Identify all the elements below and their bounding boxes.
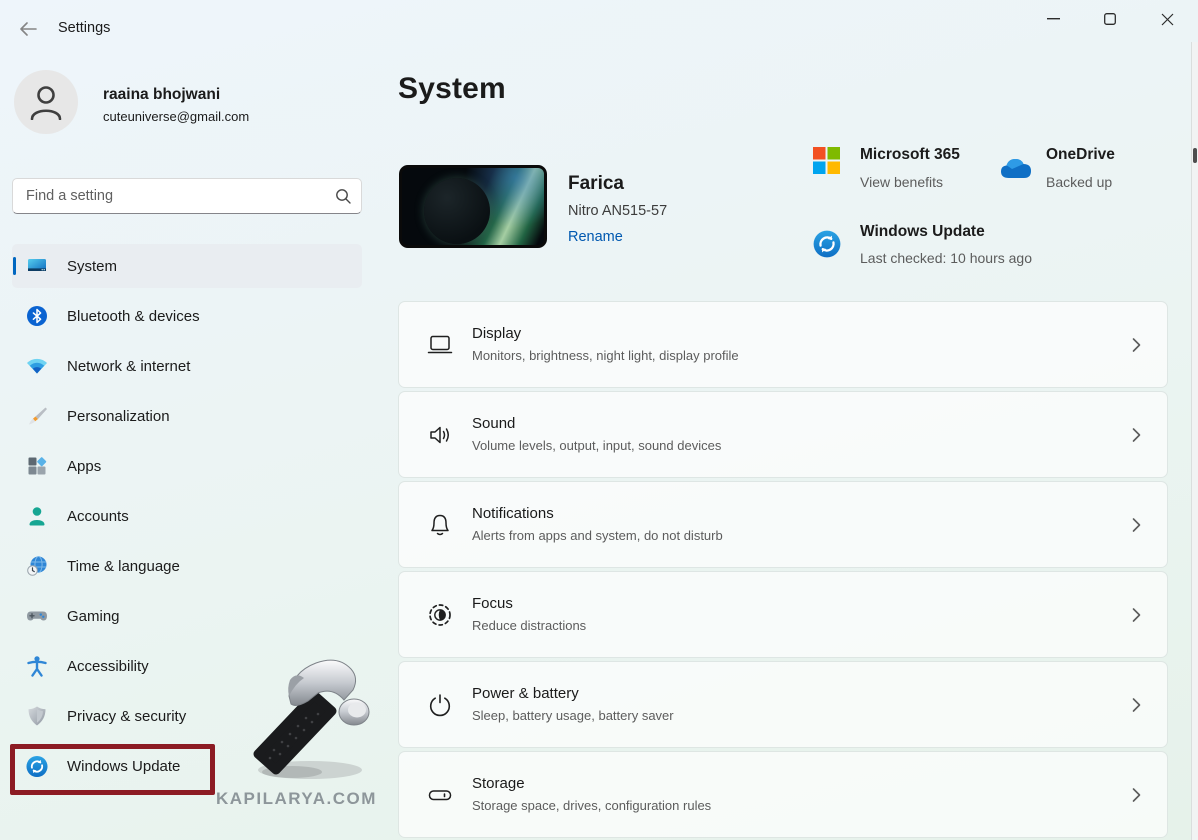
bluetooth-icon (26, 305, 48, 327)
microsoft-logo (813, 147, 840, 174)
settings-row-storage[interactable]: Storage Storage space, drives, configura… (398, 751, 1168, 838)
chevron-right-icon (1132, 337, 1141, 352)
rename-link[interactable]: Rename (568, 229, 623, 245)
windows-update-status-title: Windows Update (860, 223, 985, 241)
device-name: Farica (568, 173, 624, 195)
apps-grid-icon (26, 455, 48, 477)
profile-name: raaina bhojwani (103, 86, 220, 104)
minimize-button[interactable] (1031, 6, 1075, 32)
sidebar-item-personalization[interactable]: Personalization (12, 394, 362, 438)
sidebar-item-accounts[interactable]: Accounts (12, 494, 362, 538)
hammer-watermark-image (232, 650, 382, 795)
shield-icon (26, 705, 48, 727)
back-button[interactable] (14, 17, 42, 41)
windows-update-icon (26, 755, 48, 777)
settings-row-power-battery[interactable]: Power & battery Sleep, battery usage, ba… (398, 661, 1168, 748)
speaker-icon (427, 422, 453, 448)
power-icon (427, 692, 453, 718)
sidebar-item-gaming[interactable]: Gaming (12, 594, 362, 638)
storage-icon (427, 782, 453, 808)
sidebar-item-bluetooth-devices[interactable]: Bluetooth & devices (12, 294, 362, 338)
windows-update-status-card[interactable] (813, 230, 841, 263)
windows-update-status-subtitle: Last checked: 10 hours ago (860, 250, 1032, 266)
user-avatar[interactable] (14, 70, 78, 134)
focus-icon (427, 602, 453, 628)
microsoft-365-card[interactable] (813, 147, 840, 174)
paintbrush-icon (26, 405, 48, 427)
microsoft-365-subtitle[interactable]: View benefits (860, 174, 943, 190)
device-wallpaper-thumbnail (399, 165, 547, 248)
device-model: Nitro AN515-57 (568, 203, 667, 219)
sidebar-item-time-language[interactable]: Time & language (12, 544, 362, 588)
scrollbar-thumb[interactable] (1193, 148, 1197, 163)
settings-row-notifications[interactable]: Notifications Alerts from apps and syste… (398, 481, 1168, 568)
wifi-icon (26, 355, 48, 377)
onedrive-subtitle: Backed up (1046, 174, 1112, 190)
search-input[interactable] (26, 188, 335, 204)
settings-row-focus[interactable]: Focus Reduce distractions (398, 571, 1168, 658)
sidebar-item-apps[interactable]: Apps (12, 444, 362, 488)
chevron-right-icon (1132, 697, 1141, 712)
sidebar-item-network-internet[interactable]: Network & internet (12, 344, 362, 388)
onedrive-card[interactable] (996, 156, 1036, 186)
person-outline-icon (29, 84, 63, 120)
settings-row-display[interactable]: Display Monitors, brightness, night ligh… (398, 301, 1168, 388)
search-icon (335, 188, 351, 204)
system-laptop-icon (26, 255, 48, 277)
gamepad-icon (26, 605, 48, 627)
microsoft-365-title: Microsoft 365 (860, 146, 960, 164)
person-icon (26, 505, 48, 527)
settings-row-sound[interactable]: Sound Volume levels, output, input, soun… (398, 391, 1168, 478)
window-title: Settings (58, 20, 110, 36)
search-box[interactable] (12, 178, 362, 214)
windows-update-icon (813, 230, 841, 258)
chevron-right-icon (1132, 607, 1141, 622)
display-icon (427, 332, 453, 358)
watermark-text: KAPILARYA.COM (216, 789, 377, 809)
chevron-right-icon (1132, 787, 1141, 802)
globe-clock-icon (26, 555, 48, 577)
scrollbar-track[interactable] (1191, 42, 1198, 840)
maximize-button[interactable] (1088, 6, 1132, 32)
chevron-right-icon (1132, 427, 1141, 442)
onedrive-title: OneDrive (1046, 146, 1115, 164)
selected-accent-bar (13, 257, 16, 275)
accessibility-icon (26, 655, 48, 677)
bell-icon (427, 512, 453, 538)
sidebar-item-system[interactable]: System (12, 244, 362, 288)
planet-image (424, 178, 490, 244)
chevron-right-icon (1132, 517, 1141, 532)
onedrive-cloud-icon (996, 156, 1036, 181)
close-button[interactable] (1145, 6, 1189, 32)
profile-email: cuteuniverse@gmail.com (103, 109, 249, 124)
page-title: System (398, 72, 506, 106)
